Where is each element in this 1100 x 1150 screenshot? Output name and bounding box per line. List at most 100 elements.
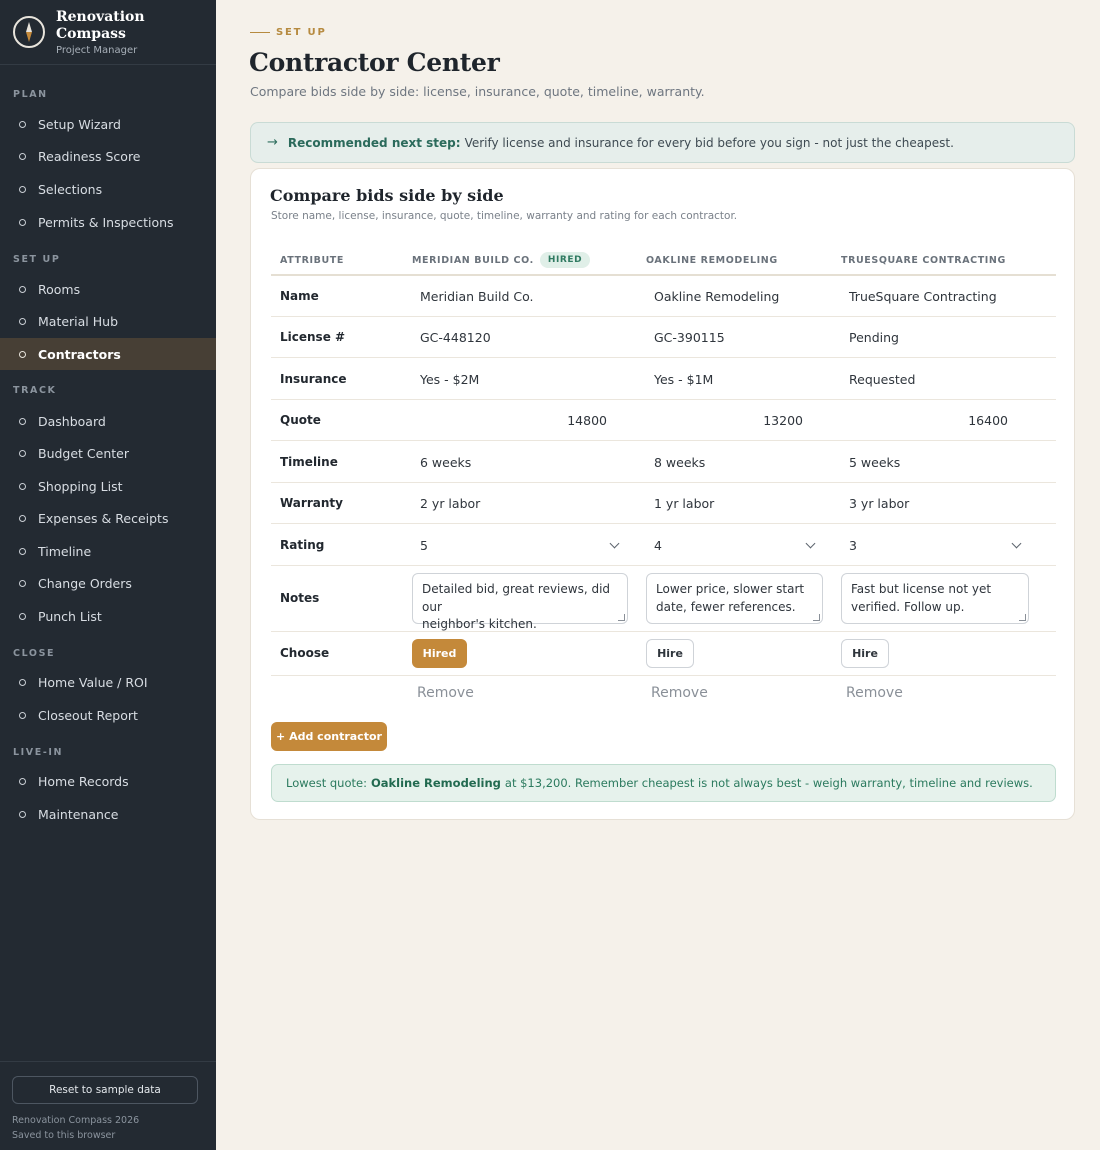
callout-text: Verify license and insurance for every b…	[464, 135, 954, 150]
sidebar-item-shopping-list[interactable]: Shopping List	[0, 470, 216, 502]
notes-textarea-3[interactable]: Fast but license not yet verified. Follo…	[841, 573, 1029, 624]
resize-grip-icon[interactable]	[813, 614, 820, 621]
cell-warranty-3[interactable]: 3 yr labor	[849, 496, 909, 511]
nav-section-plan: PLAN	[13, 89, 48, 100]
cell-name-2[interactable]: Oakline Remodeling	[654, 289, 779, 304]
sidebar-item-label: Material Hub	[38, 313, 119, 329]
sidebar-item-material-hub[interactable]: Material Hub	[0, 305, 216, 337]
chevron-down-icon[interactable]	[805, 538, 816, 549]
row-label-name: Name	[280, 289, 319, 303]
cell-quote-1[interactable]: 14800	[511, 413, 607, 428]
rating-select-3[interactable]: 3	[849, 538, 857, 553]
sidebar-footer: Reset to sample data Renovation Compass …	[0, 1061, 216, 1143]
cell-quote-2[interactable]: 13200	[707, 413, 803, 428]
page-eyebrow: SET UP	[250, 27, 327, 38]
sidebar-item-maintenance[interactable]: Maintenance	[0, 798, 216, 830]
bullet-icon	[19, 120, 26, 128]
cell-license-1[interactable]: GC-448120	[420, 330, 491, 345]
sidebar-item-change-orders[interactable]: Change Orders	[0, 567, 216, 599]
sidebar-item-rooms[interactable]: Rooms	[0, 273, 216, 305]
sidebar-item-budget-center[interactable]: Budget Center	[0, 437, 216, 469]
header-divider	[271, 274, 1056, 276]
add-contractor-button[interactable]: + Add contractor	[271, 722, 387, 751]
column-header-attribute: ATTRIBUTE	[280, 254, 344, 266]
sidebar-item-label: Change Orders	[38, 575, 132, 591]
hire-button-2[interactable]: Hire	[646, 639, 694, 668]
row-divider	[271, 631, 1056, 632]
compare-bids-card: Compare bids side by side Store name, li…	[250, 168, 1075, 820]
sidebar-item-setup-wizard[interactable]: Setup Wizard	[0, 108, 216, 140]
cell-name-1[interactable]: Meridian Build Co.	[420, 289, 534, 304]
app-subtitle: Project Manager	[56, 44, 138, 56]
bullet-icon	[19, 810, 26, 818]
sidebar-item-readiness-score[interactable]: Readiness Score	[0, 140, 216, 172]
sidebar-item-closeout-report[interactable]: Closeout Report	[0, 699, 216, 731]
column-header-contractor-1: MERIDIAN BUILD CO. HIRED	[412, 250, 591, 270]
sidebar-item-label: Shopping List	[38, 478, 123, 494]
cell-timeline-2[interactable]: 8 weeks	[654, 455, 705, 470]
row-label-choose: Choose	[280, 646, 330, 660]
row-label-warranty: Warranty	[280, 496, 343, 510]
reset-sample-data-button[interactable]: Reset to sample data	[12, 1076, 198, 1104]
row-divider	[271, 565, 1056, 566]
row-divider	[271, 357, 1056, 358]
remove-button-3[interactable]: Remove	[846, 685, 903, 701]
cell-license-2[interactable]: GC-390115	[654, 330, 725, 345]
rating-select-2[interactable]: 4	[654, 538, 662, 553]
cell-name-3[interactable]: TrueSquare Contracting	[849, 289, 997, 304]
cell-quote-3[interactable]: 16400	[912, 413, 1008, 428]
sidebar-item-label: Budget Center	[38, 445, 130, 461]
notes-textarea-2[interactable]: Lower price, slower start date, fewer re…	[646, 573, 823, 624]
cell-warranty-1[interactable]: 2 yr labor	[420, 496, 480, 511]
resize-grip-icon[interactable]	[618, 614, 625, 621]
cell-insurance-2[interactable]: Yes - $1M	[654, 372, 713, 387]
app-name: Renovation Compass	[56, 8, 145, 42]
notes-textarea-1[interactable]: Detailed bid, great reviews, did our nei…	[412, 573, 628, 631]
compass-icon	[13, 16, 45, 48]
row-divider	[271, 675, 1056, 676]
sidebar-item-selections[interactable]: Selections	[0, 173, 216, 205]
sidebar-item-dashboard[interactable]: Dashboard	[0, 405, 216, 437]
rating-select-1[interactable]: 5	[420, 538, 428, 553]
nav-section-close: CLOSE	[13, 648, 56, 659]
row-divider	[271, 482, 1056, 483]
chevron-down-icon[interactable]	[1011, 538, 1022, 549]
cell-license-3[interactable]: Pending	[849, 330, 899, 345]
sidebar-item-label: Setup Wizard	[38, 116, 121, 132]
cell-timeline-1[interactable]: 6 weeks	[420, 455, 471, 470]
row-divider	[271, 440, 1056, 441]
sidebar-item-contractors[interactable]: Contractors	[0, 338, 216, 370]
sidebar-item-label: Contractors	[38, 346, 121, 362]
card-title: Compare bids side by side	[270, 186, 504, 205]
sidebar-item-label: Selections	[38, 181, 103, 197]
hire-button-3[interactable]: Hire	[841, 639, 889, 668]
page-title: Contractor Center	[249, 48, 500, 77]
sidebar-item-permits[interactable]: Permits & Inspections	[0, 206, 216, 238]
nav-section-setup: SET UP	[13, 254, 61, 265]
bullet-icon	[19, 711, 26, 719]
bullet-icon	[19, 579, 26, 587]
sidebar-item-timeline[interactable]: Timeline	[0, 535, 216, 567]
cell-insurance-1[interactable]: Yes - $2M	[420, 372, 479, 387]
row-label-quote: Quote	[280, 413, 321, 427]
nav-section-live-in: LIVE-IN	[13, 747, 64, 758]
resize-grip-icon[interactable]	[1019, 614, 1026, 621]
sidebar-item-home-value[interactable]: Home Value / ROI	[0, 666, 216, 698]
sidebar-item-label: Rooms	[38, 281, 81, 297]
hired-button-1[interactable]: Hired	[412, 639, 467, 668]
bullet-icon	[19, 317, 26, 325]
cell-insurance-3[interactable]: Requested	[849, 372, 915, 387]
chevron-down-icon[interactable]	[609, 538, 620, 549]
sidebar-item-label: Timeline	[38, 543, 92, 559]
bullet-icon	[19, 482, 26, 490]
remove-button-2[interactable]: Remove	[651, 685, 708, 701]
sidebar-item-punch-list[interactable]: Punch List	[0, 600, 216, 632]
sidebar-item-home-records[interactable]: Home Records	[0, 765, 216, 797]
remove-button-1[interactable]: Remove	[417, 685, 474, 701]
cell-timeline-3[interactable]: 5 weeks	[849, 455, 900, 470]
sidebar-item-expenses[interactable]: Expenses & Receipts	[0, 502, 216, 534]
bullet-icon	[19, 417, 26, 425]
footer-saved-note: Saved to this browser	[12, 1130, 116, 1141]
cell-warranty-2[interactable]: 1 yr labor	[654, 496, 714, 511]
row-label-license: License #	[280, 330, 346, 344]
